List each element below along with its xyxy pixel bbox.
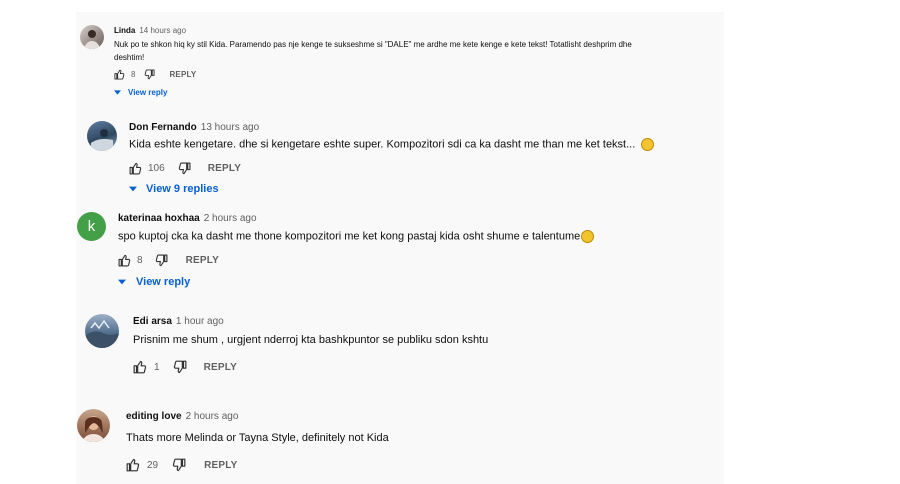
- like-count: 1: [154, 361, 160, 373]
- reply-button[interactable]: REPLY: [204, 460, 237, 471]
- avatar[interactable]: [87, 121, 117, 151]
- comment-text: spo kuptoj cka ka dasht me thone kompozi…: [118, 230, 595, 243]
- author-name[interactable]: katerinaa hoxhaa 2 hours ago: [118, 213, 257, 224]
- avatar[interactable]: k: [77, 212, 106, 241]
- comment-timestamp[interactable]: 2 hours ago: [186, 411, 239, 422]
- reply-button[interactable]: REPLY: [204, 362, 237, 373]
- comment-text: Thats more Melinda or Tayna Style, defin…: [126, 432, 389, 444]
- avatar-letter: k: [87, 218, 96, 235]
- comment-timestamp[interactable]: 13 hours ago: [201, 122, 259, 133]
- like-count: 8: [137, 255, 143, 266]
- thumb-up-icon[interactable]: [114, 69, 125, 80]
- author-name[interactable]: Edi arsa 1 hour ago: [133, 316, 224, 327]
- thumb-up-icon[interactable]: [133, 360, 147, 374]
- caret-down-icon: [129, 183, 137, 195]
- like-count: 29: [147, 459, 159, 471]
- thinking-emoji-icon: [641, 138, 655, 151]
- view-replies-link[interactable]: View reply: [118, 276, 190, 288]
- view-replies-link[interactable]: View reply: [114, 88, 167, 97]
- reply-button[interactable]: REPLY: [186, 255, 219, 266]
- thumb-down-icon[interactable]: [155, 254, 168, 267]
- comment-actions: 8 REPLY: [118, 254, 219, 267]
- like-count: 106: [148, 163, 165, 174]
- thumb-down-icon[interactable]: [173, 360, 187, 374]
- author-name[interactable]: Linda 14 hours ago: [114, 26, 186, 35]
- comment-actions: 29 REPLY: [126, 458, 238, 472]
- caret-down-icon: [118, 276, 126, 288]
- author-name[interactable]: Don Fernando 13 hours ago: [129, 122, 259, 133]
- thumb-up-icon[interactable]: [126, 458, 140, 472]
- view-replies-link[interactable]: View 9 replies: [129, 183, 219, 195]
- upside-down-face-icon: [581, 230, 595, 243]
- comment-timestamp[interactable]: 2 hours ago: [204, 213, 257, 224]
- reply-button[interactable]: REPLY: [208, 163, 241, 174]
- avatar[interactable]: [80, 25, 104, 49]
- thumb-up-icon[interactable]: [118, 254, 131, 267]
- avatar[interactable]: [77, 409, 110, 442]
- comment-text: Kida eshte kengetare. dhe si kengetare e…: [129, 138, 655, 151]
- like-count: 8: [131, 70, 136, 79]
- avatar[interactable]: [85, 314, 119, 348]
- comment-timestamp[interactable]: 14 hours ago: [139, 26, 186, 35]
- comment-text: Prisnim me shum , urgjent nderroj kta ba…: [133, 334, 489, 346]
- author-name[interactable]: editing love 2 hours ago: [126, 411, 238, 422]
- thumb-up-icon[interactable]: [129, 162, 142, 175]
- thumb-down-icon[interactable]: [172, 458, 186, 472]
- comment-actions: 1 REPLY: [133, 360, 237, 374]
- thumb-down-icon[interactable]: [178, 162, 191, 175]
- comment-timestamp[interactable]: 1 hour ago: [176, 316, 224, 327]
- reply-button[interactable]: REPLY: [169, 70, 196, 79]
- comment-actions: 8 REPLY: [114, 69, 196, 80]
- comment-actions: 106 REPLY: [129, 162, 241, 175]
- comment-text: Nuk po te shkon hiq ky stil Kida. Parame…: [114, 40, 632, 49]
- comment-text-continued: deshtim!: [114, 53, 145, 62]
- caret-down-icon: [114, 88, 121, 97]
- thumb-down-icon[interactable]: [144, 69, 155, 80]
